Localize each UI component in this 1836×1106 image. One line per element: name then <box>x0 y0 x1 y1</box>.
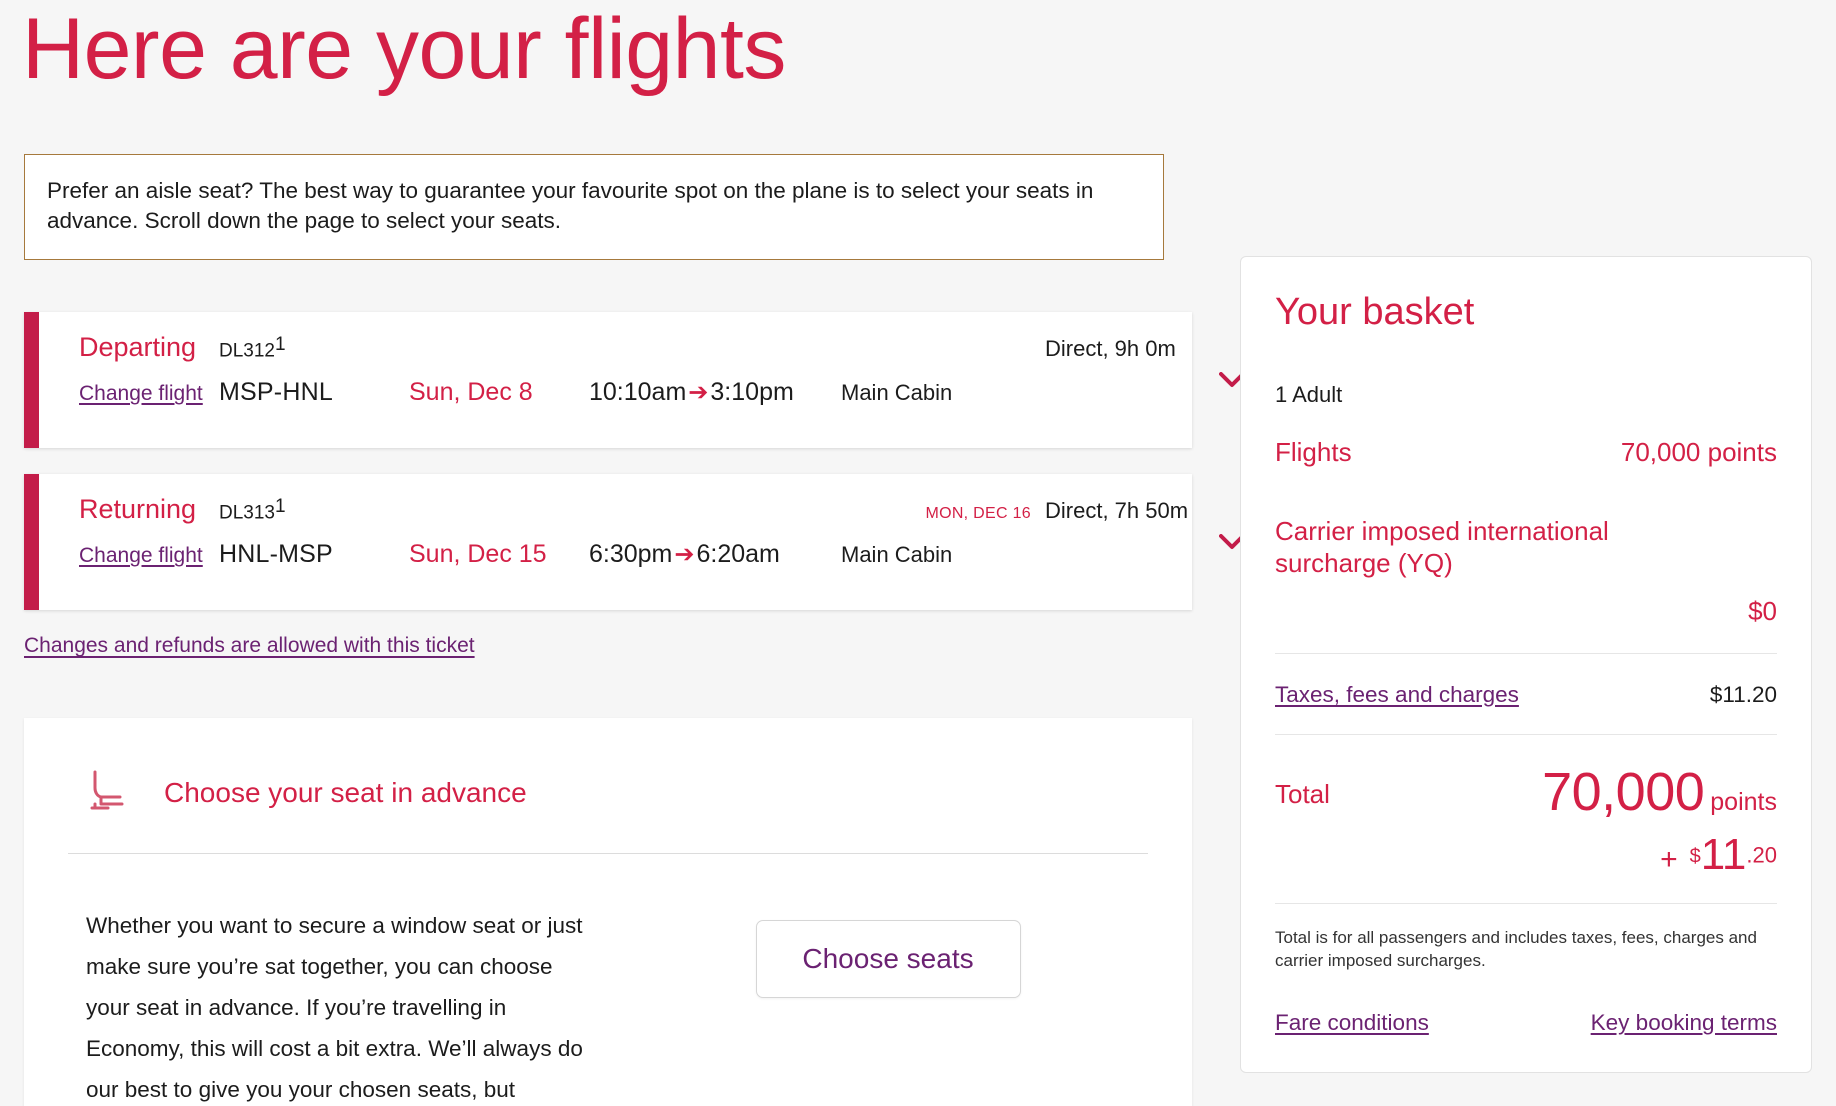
flight-arrive-time: 6:20am <box>696 540 780 569</box>
route-cell: HNL-MSP <box>219 540 409 569</box>
flight-depart-time: 10:10am <box>589 378 687 407</box>
basket-flights-row: Flights 70,000 points <box>1275 436 1777 469</box>
basket-total-cash-whole: 11 <box>1700 829 1747 879</box>
page-title: Here are your flights <box>22 1 786 97</box>
basket-footer-links: Fare conditions Key booking terms <box>1275 1010 1777 1042</box>
flight-duration: Direct, 7h 50m <box>1045 498 1189 524</box>
flight-cabin: Main Cabin <box>841 542 953 568</box>
basket-total-note: Total is for all passengers and includes… <box>1275 927 1757 970</box>
seat-notice-text: Prefer an aisle seat? The best way to gu… <box>47 178 1094 234</box>
flight-card-accent-stripe <box>24 474 39 611</box>
basket-total-points: 70,000 points <box>1542 765 1777 819</box>
flight-number-footnote: 1 <box>275 495 286 517</box>
choose-seat-header: Choose your seat in advance <box>68 758 1148 817</box>
basket-surcharge-row: Carrier imposed international surcharge … <box>1275 515 1777 627</box>
flight-row-top: Departing DL3121 Direct, 9h 0m <box>39 332 1285 378</box>
basket-total-points-number: 70,000 <box>1542 761 1705 822</box>
arrow-right-icon: ➔ <box>674 541 695 569</box>
section-divider <box>68 853 1148 855</box>
flight-card-accent-stripe <box>24 312 39 449</box>
flight-destination: MSP <box>278 540 333 569</box>
choose-seats-button[interactable]: Choose seats <box>755 920 1021 999</box>
cabin-cell: Main Cabin <box>841 380 1081 406</box>
flight-card-returning[interactable]: Returning DL3131 MON, DEC 16 Direct, 7h … <box>24 474 1245 611</box>
basket-total-plus-sign: + <box>1660 842 1678 876</box>
route-dash: - <box>269 540 279 569</box>
flight-row-top: Returning DL3131 MON, DEC 16 Direct, 7h … <box>39 494 1285 540</box>
flight-card-body: Departing DL3121 Direct, 9h 0m Change fl… <box>39 312 1285 448</box>
flight-number: DL313 <box>219 502 275 524</box>
times-cell: 10:10am➔3:10pm <box>589 378 841 407</box>
basket-total-points-unit: points <box>1710 787 1777 816</box>
flight-number: DL312 <box>219 340 275 362</box>
basket-flights-label: Flights <box>1275 437 1352 467</box>
flight-confirmation-page: Here are your flights Prefer an aisle se… <box>0 0 1836 1106</box>
flight-cabin: Main Cabin <box>841 380 953 406</box>
arrival-day-cell: MON, DEC 16 <box>793 505 1045 523</box>
times-cell: 6:30pm➔6:20am <box>589 540 841 569</box>
flight-destination: HNL <box>282 378 333 407</box>
change-flight-cell: Change flight <box>39 544 219 568</box>
basket-total-cash: + $11.20 <box>1542 829 1777 879</box>
choose-seat-description: Whether you want to secure a window seat… <box>86 913 583 1103</box>
changes-and-refunds-link[interactable]: Changes and refunds are allowed with thi… <box>24 634 475 658</box>
flight-duration: Direct, 9h 0m <box>1045 336 1176 362</box>
cabin-cell: Main Cabin <box>841 542 1081 568</box>
flight-direction-label: Departing <box>79 332 197 363</box>
flight-date: Sun, Dec 8 <box>409 378 533 407</box>
seat-notice-box: Prefer an aisle seat? The best way to gu… <box>24 154 1164 261</box>
arrow-right-icon: ➔ <box>688 379 709 407</box>
flight-card-departing[interactable]: Departing DL3121 Direct, 9h 0m Change fl… <box>24 312 1245 449</box>
flight-origin: HNL <box>219 540 270 569</box>
basket-panel: Your basket 1 Adult Flights 70,000 point… <box>1240 256 1812 1074</box>
taxes-fees-charges-link[interactable]: Taxes, fees and charges <box>1275 682 1519 708</box>
basket-total-currency-symbol: $ <box>1689 845 1701 868</box>
flight-number-cell: DL3121 <box>219 334 423 362</box>
basket-total-row: Total 70,000 points + $11.20 <box>1275 765 1777 877</box>
basket-surcharge-label: Carrier imposed international surcharge … <box>1275 515 1609 579</box>
change-flight-link[interactable]: Change flight <box>79 382 203 405</box>
basket-title: Your basket <box>1275 291 1475 333</box>
route-cell: MSP-HNL <box>219 378 409 407</box>
basket-passenger-count: 1 Adult <box>1275 382 1343 407</box>
flight-origin: MSP <box>219 378 274 407</box>
flight-arrive-time: 3:10pm <box>710 378 794 407</box>
basket-total-cash-cents: .20 <box>1746 842 1777 868</box>
change-flight-link[interactable]: Change flight <box>79 544 203 567</box>
choose-seat-content: Whether you want to secure a window seat… <box>68 906 1148 1106</box>
flight-card-body: Returning DL3131 MON, DEC 16 Direct, 7h … <box>39 474 1285 610</box>
basket-total-values: 70,000 points + $11.20 <box>1542 765 1777 877</box>
choose-seat-panel: Choose your seat in advance Whether you … <box>24 718 1192 1106</box>
flight-row-bottom: Change flight MSP-HNL Sun, Dec 8 10:10am… <box>39 378 1285 426</box>
basket-flights-value: 70,000 points <box>1620 437 1777 467</box>
date-cell: Sun, Dec 8 <box>409 378 589 407</box>
key-booking-terms-link[interactable]: Key booking terms <box>1591 1010 1777 1036</box>
basket-taxes-value: $11.20 <box>1709 681 1777 707</box>
flight-number-footnote: 1 <box>275 333 286 355</box>
choose-seat-title: Choose your seat in advance <box>164 776 527 808</box>
direction-cell: Departing <box>39 332 219 363</box>
date-cell: Sun, Dec 15 <box>409 540 589 569</box>
fare-conditions-link[interactable]: Fare conditions <box>1275 1010 1429 1036</box>
basket-total-label: Total <box>1275 778 1330 809</box>
flight-date: Sun, Dec 15 <box>409 540 547 569</box>
basket-divider <box>1275 902 1777 904</box>
flight-list: Departing DL3121 Direct, 9h 0m Change fl… <box>24 312 1245 611</box>
flight-depart-time: 6:30pm <box>589 540 673 569</box>
airplane-seat-icon <box>86 768 126 817</box>
basket-divider <box>1275 652 1777 654</box>
left-column: Prefer an aisle seat? The best way to gu… <box>24 154 1245 1106</box>
flight-row-bottom: Change flight HNL-MSP Sun, Dec 15 6:30pm… <box>39 540 1285 588</box>
flight-number-cell: DL3131 <box>219 496 423 524</box>
choose-seats-button-wrap: Choose seats <box>598 906 1148 999</box>
basket-taxes-row: Taxes, fees and charges $11.20 <box>1275 682 1777 708</box>
basket-surcharge-value: $0 <box>1748 595 1777 626</box>
direction-cell: Returning <box>39 494 219 525</box>
flight-direction-label: Returning <box>79 494 197 525</box>
arrival-next-day-label: MON, DEC 16 <box>925 505 1031 523</box>
basket-divider <box>1275 733 1777 735</box>
change-flight-cell: Change flight <box>39 382 219 406</box>
